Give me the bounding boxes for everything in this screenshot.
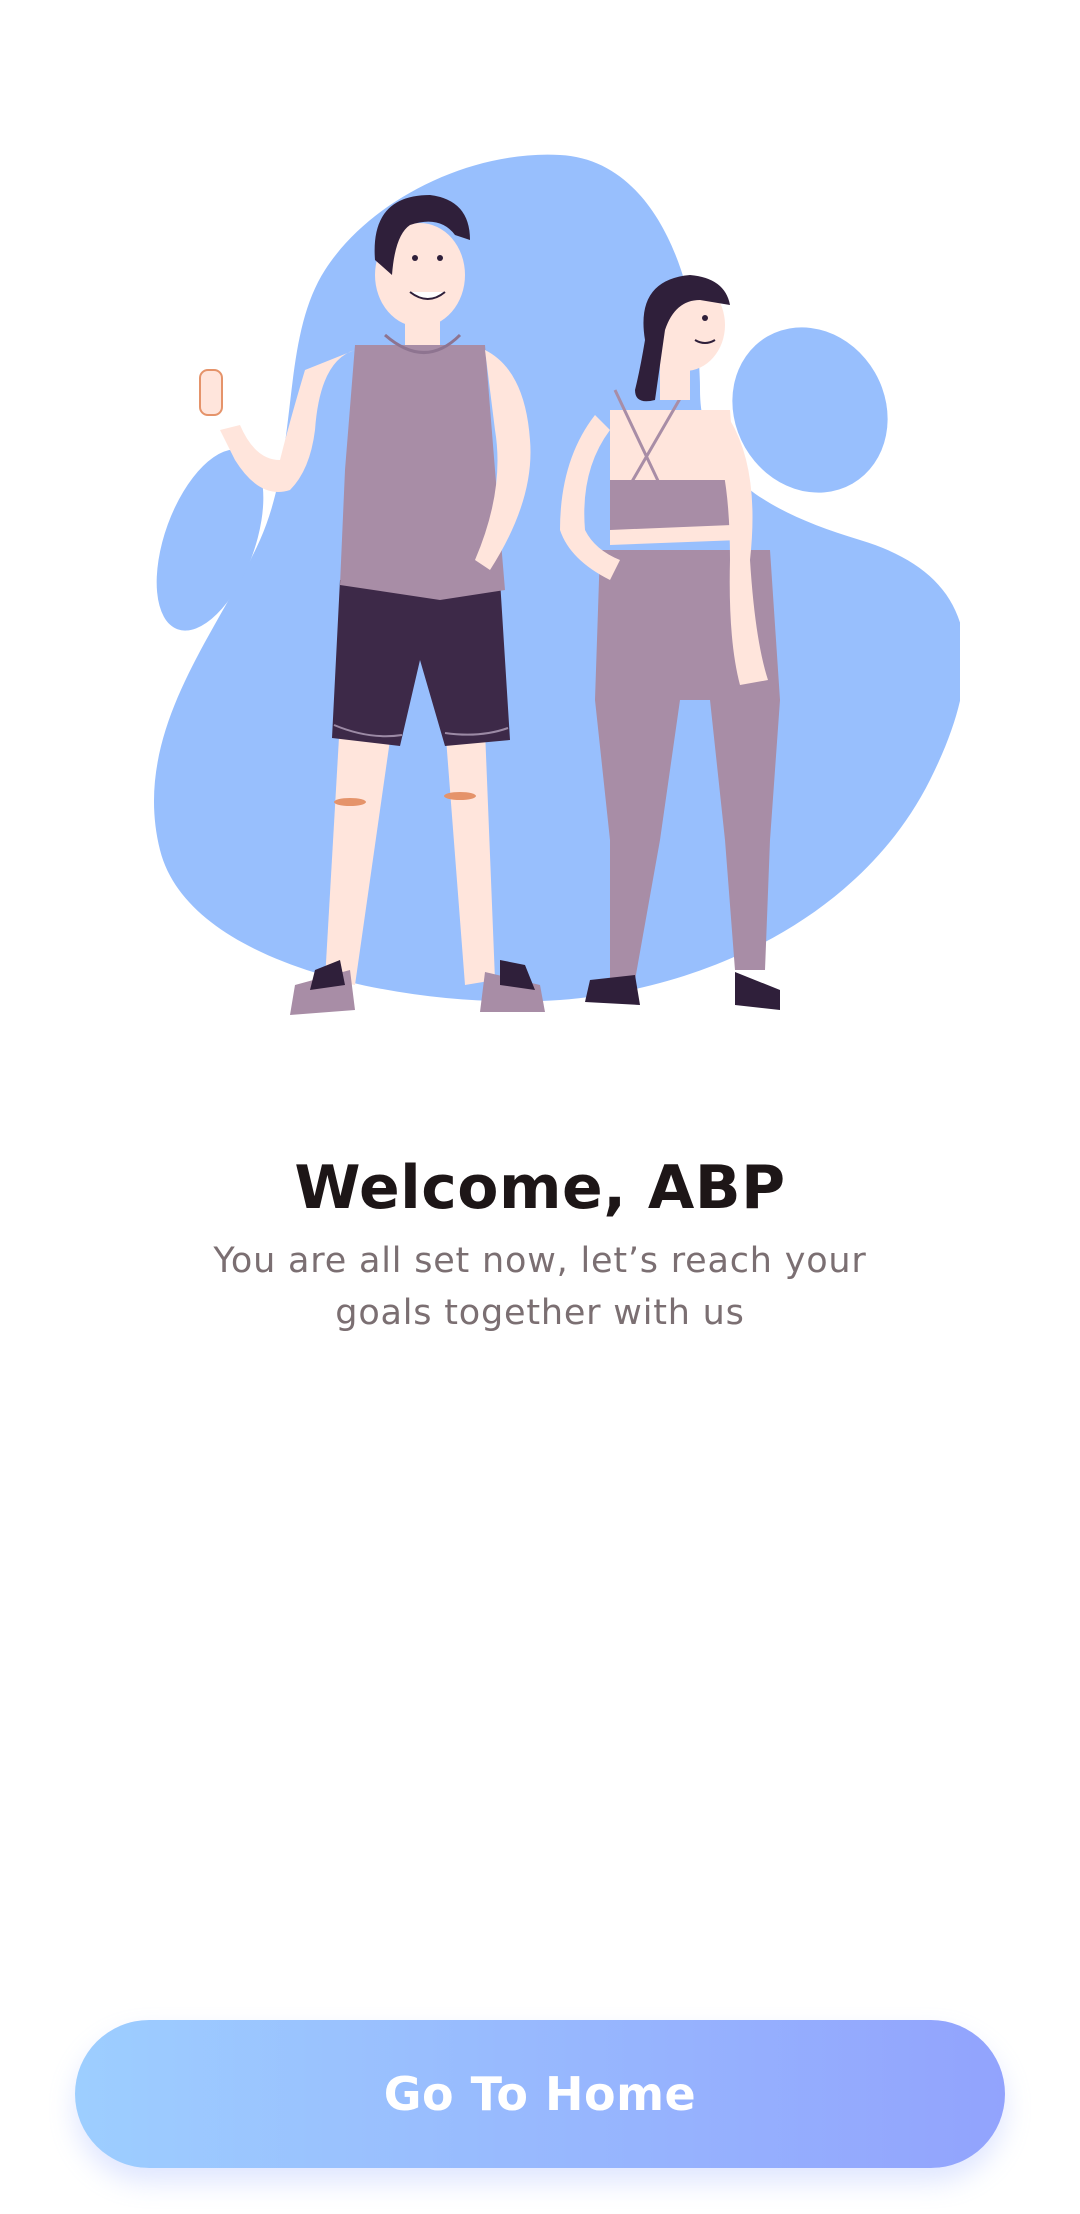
welcome-title: Welcome, ABP xyxy=(294,1153,786,1223)
welcome-subtitle: You are all set now, let’s reach your go… xyxy=(213,1241,867,1333)
welcome-screen: Welcome, ABP You are all set now, let’s … xyxy=(0,0,1080,2214)
background-blob-main xyxy=(154,154,960,1002)
go-to-home-button-label: Go To Home xyxy=(383,2067,697,2121)
go-to-home-button[interactable]: Go To Home xyxy=(75,2020,1005,2168)
fitness-couple-illustration-icon xyxy=(140,140,960,1060)
